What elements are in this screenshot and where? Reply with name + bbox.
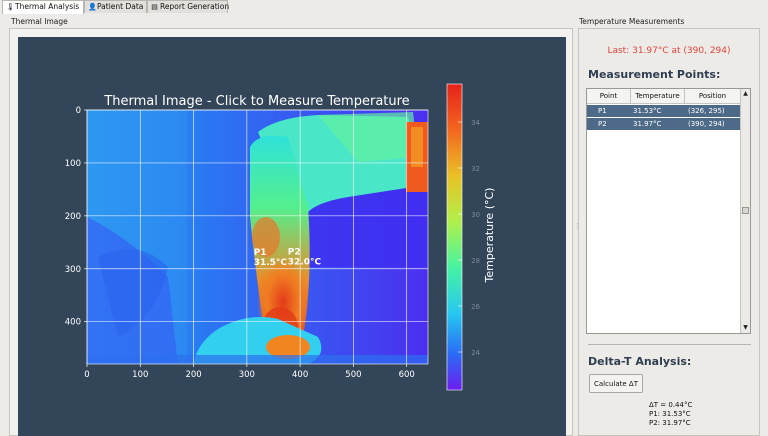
- measurement-table[interactable]: Point Temperature Position P1 31.53°C (3…: [586, 88, 751, 334]
- colorbar-tick-label: 24: [471, 349, 480, 357]
- tab-thermal-analysis[interactable]: 🌡Thermal Analysis: [2, 0, 84, 14]
- tab-report-generation[interactable]: ▤ Report Generation: [147, 0, 230, 13]
- column-header-position[interactable]: Position: [685, 89, 741, 104]
- marker-name: P2: [288, 248, 301, 258]
- table-scrollbar[interactable]: ▲ ▼: [740, 89, 750, 333]
- marker-value: 31.5°C: [254, 258, 288, 268]
- cell-temperature: 31.97°C: [633, 120, 662, 128]
- colorbar-tick-label: 32: [471, 165, 480, 173]
- marker-name: P1: [254, 248, 267, 258]
- colorbar-tick-label: 26: [471, 303, 480, 311]
- cell-temperature: 31.53°C: [633, 107, 662, 115]
- cell-position: (326, 295): [688, 107, 725, 115]
- cell-point: P1: [598, 107, 607, 115]
- y-tick-label: 0: [76, 106, 81, 116]
- x-tick-label: 300: [239, 370, 255, 380]
- person-icon: 👤: [88, 3, 97, 11]
- y-tick-label: 100: [65, 159, 81, 169]
- last-measurement-text: Last: 31.97°C at (390, 294): [607, 46, 731, 56]
- tab-label: Thermal Analysis: [15, 2, 80, 11]
- measurement-points-title: Measurement Points:: [588, 68, 721, 81]
- cell-position: (390, 294): [688, 120, 725, 128]
- y-tick-label: 200: [65, 212, 81, 222]
- table-row[interactable]: P1 31.53°C (326, 295): [587, 105, 741, 117]
- y-axis: 0 100 200 300 400: [65, 106, 87, 328]
- thermal-section-label: Thermal Image: [11, 17, 68, 26]
- column-header-point[interactable]: Point: [587, 89, 631, 104]
- calculate-delta-t-button[interactable]: Calculate ΔT: [589, 374, 643, 393]
- colorbar-tick-label: 28: [471, 257, 480, 265]
- scroll-down-arrow-icon[interactable]: ▼: [742, 324, 749, 332]
- delta-t-title: Delta-T Analysis:: [588, 355, 692, 368]
- x-axis: 0 100 200 300 400 500 600: [84, 364, 415, 380]
- panel-divider: [588, 344, 751, 345]
- p2-result: P2: 31.97°C: [649, 419, 691, 427]
- document-icon: ▤: [151, 3, 158, 11]
- colorbar-tick-label: 30: [471, 211, 480, 219]
- colorbar: [446, 83, 463, 391]
- scroll-thumb[interactable]: [742, 207, 749, 214]
- tab-label: Patient Data: [97, 2, 144, 11]
- tab-bar: 🌡Thermal Analysis 👤Patient Data ▤ Report …: [0, 0, 768, 14]
- y-tick-label: 300: [65, 265, 81, 275]
- colorbar-label: Temperature (°C): [483, 188, 496, 284]
- measurements-section-label: Temperature Measurements: [579, 17, 685, 26]
- plot-title: Thermal Image - Click to Measure Tempera…: [103, 94, 409, 109]
- tab-label: Report Generation: [160, 2, 230, 11]
- x-tick-label: 400: [292, 370, 308, 380]
- x-tick-label: 0: [84, 370, 89, 380]
- column-header-temperature[interactable]: Temperature: [631, 89, 685, 104]
- thermal-image: [87, 110, 428, 364]
- tab-patient-data[interactable]: 👤Patient Data: [84, 0, 147, 13]
- y-tick-label: 400: [65, 318, 81, 328]
- x-tick-label: 500: [345, 370, 361, 380]
- scroll-up-arrow-icon[interactable]: ▲: [742, 90, 749, 98]
- delta-t-result: ΔT = 0.44°C: [649, 401, 693, 409]
- thermal-canvas[interactable]: Thermal Image - Click to Measure Tempera…: [18, 37, 566, 436]
- p1-result: P1: 31.53°C: [649, 410, 691, 418]
- table-row[interactable]: P2 31.97°C (390, 294): [587, 118, 741, 130]
- thermometer-icon: 🌡: [6, 3, 15, 11]
- cell-point: P2: [598, 120, 607, 128]
- x-tick-label: 100: [132, 370, 148, 380]
- table-header: Point Temperature Position: [587, 89, 741, 104]
- x-tick-label: 600: [399, 370, 415, 380]
- marker-value: 32.0°C: [288, 258, 322, 268]
- colorbar-tick-label: 34: [471, 119, 480, 127]
- thermal-plot[interactable]: Thermal Image - Click to Measure Tempera…: [18, 37, 566, 436]
- x-tick-label: 200: [185, 370, 201, 380]
